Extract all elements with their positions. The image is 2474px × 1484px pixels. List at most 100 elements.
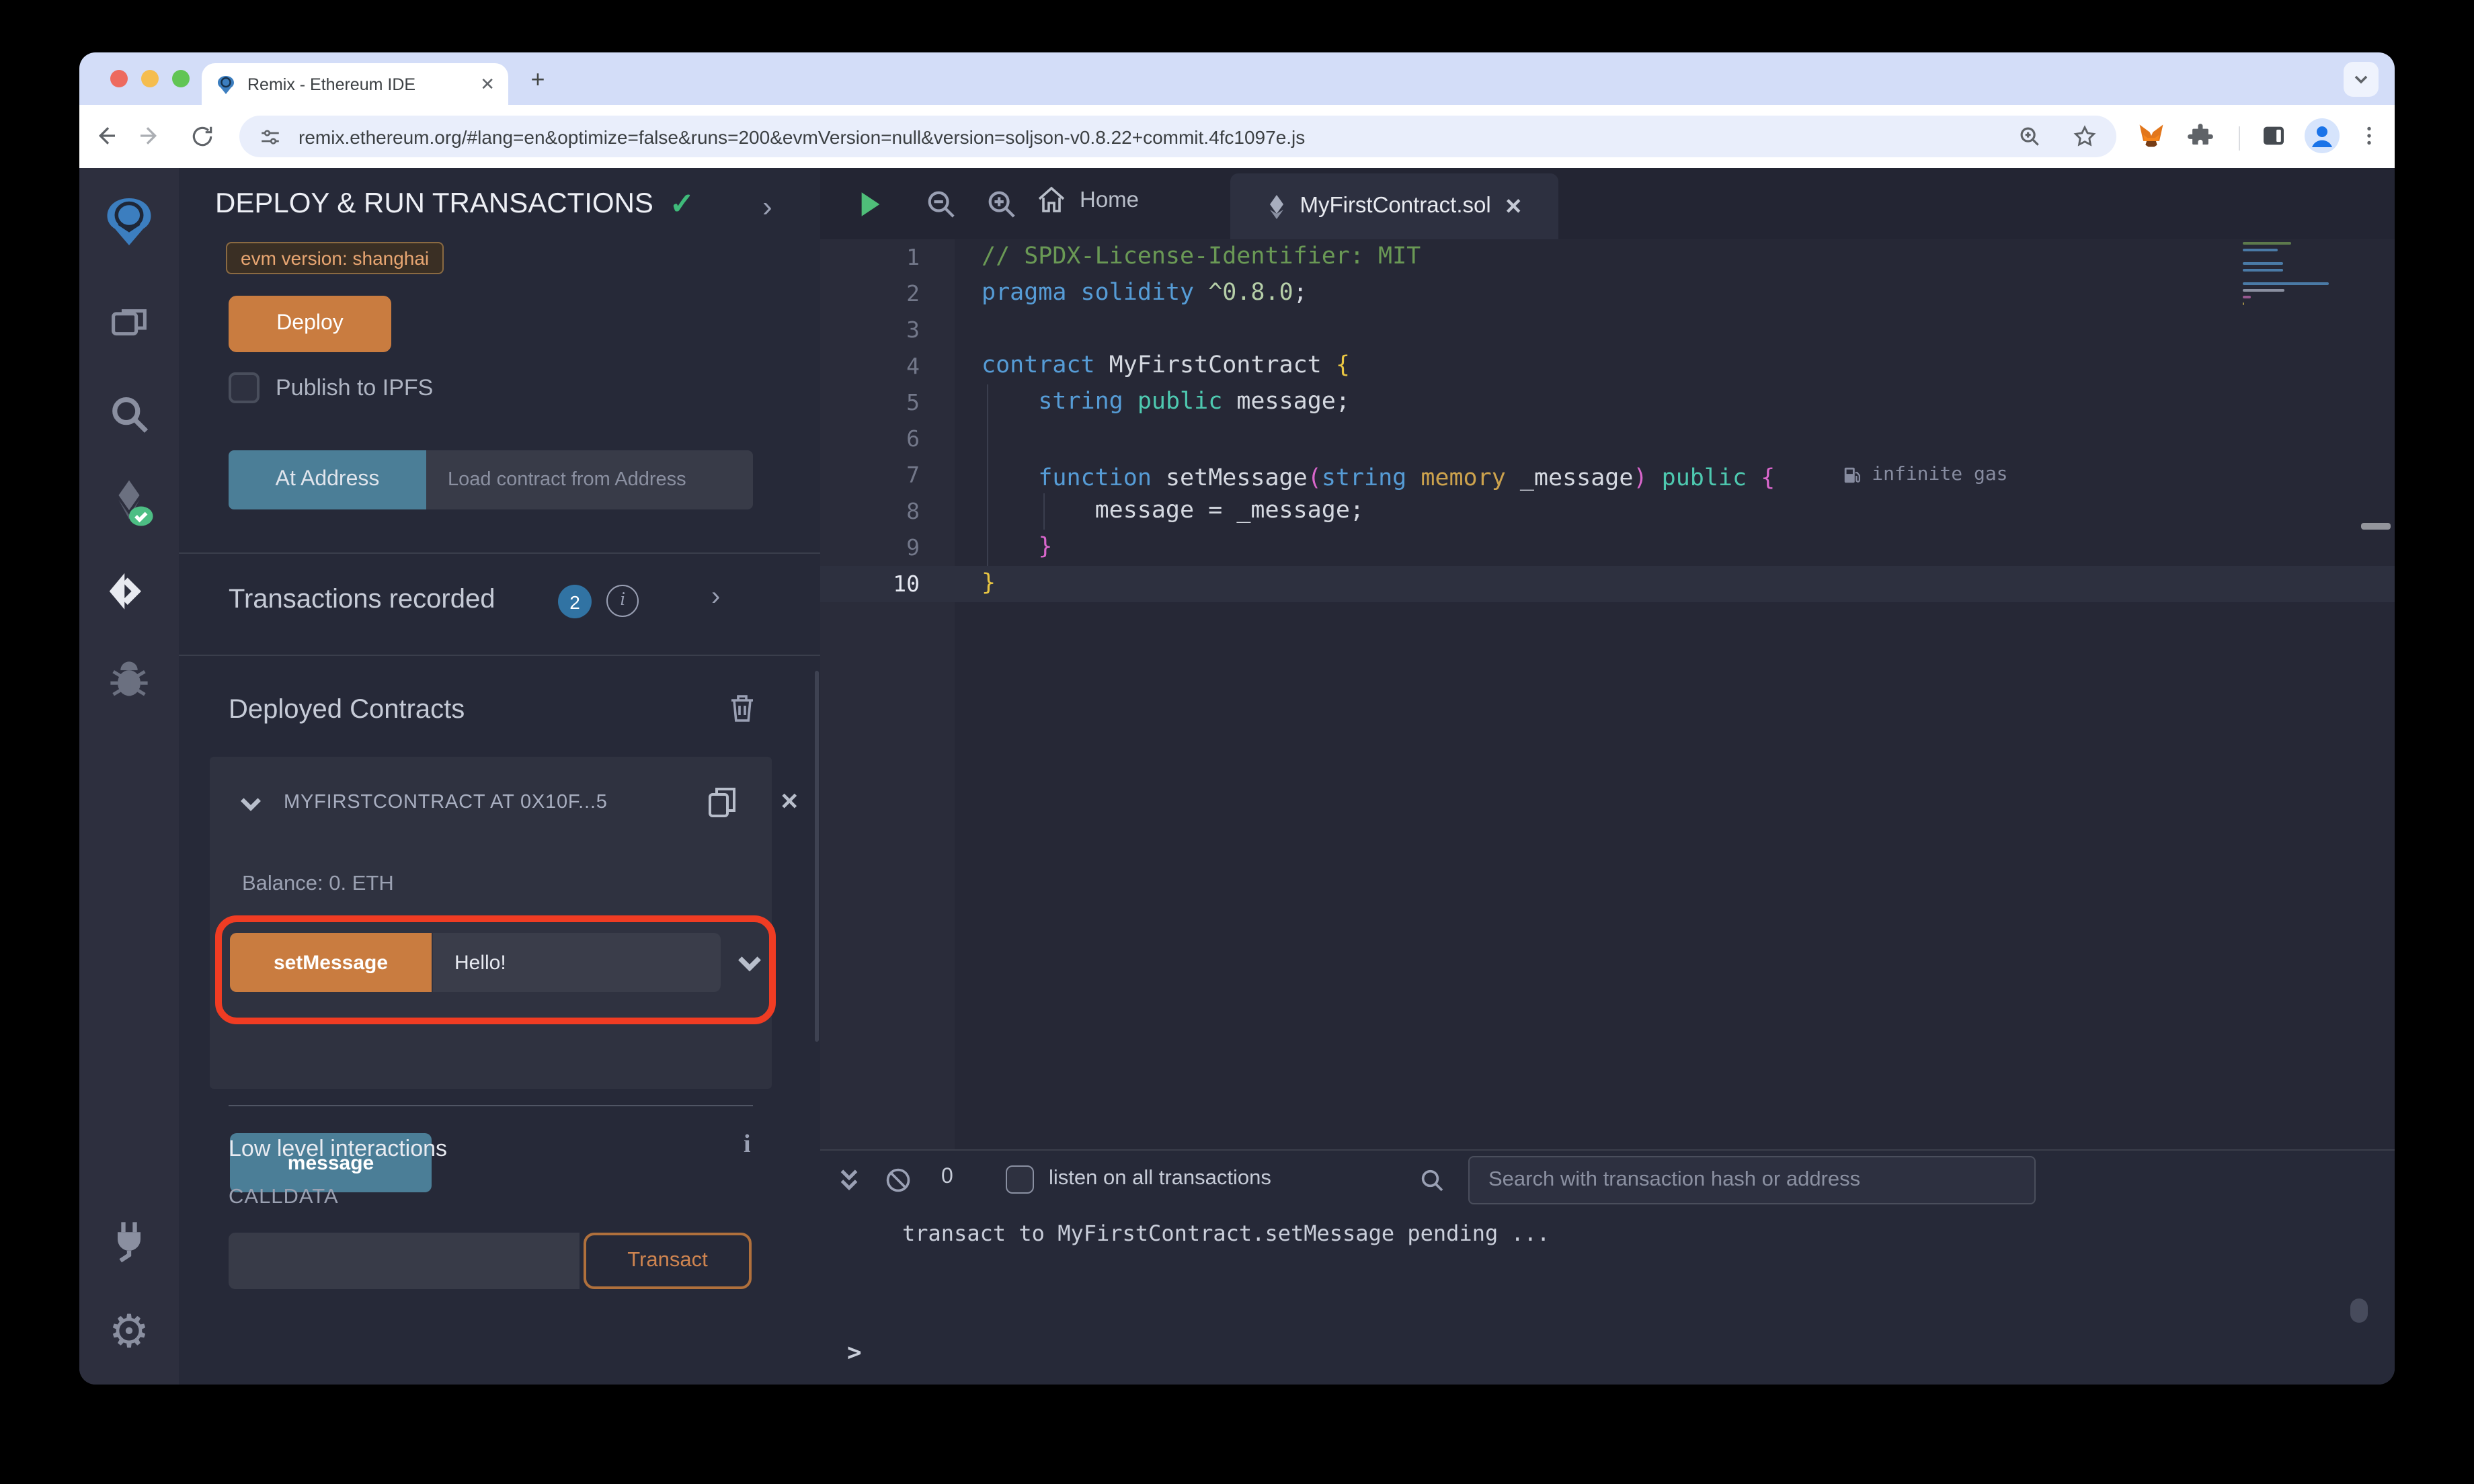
at-address-input[interactable]	[426, 450, 753, 509]
panel-expand-chevron-icon[interactable]: ›	[762, 190, 772, 224]
forward-button[interactable]	[136, 121, 165, 151]
editor-tab-bar: Home MyFirstContract.sol ✕	[820, 168, 2395, 239]
terminal: 0 listen on all transactions transact to…	[820, 1149, 2395, 1385]
code-line: 9 }	[906, 534, 1053, 561]
file-explorer-icon[interactable]	[79, 304, 179, 349]
transact-button[interactable]: Transact	[584, 1233, 752, 1289]
browser-tab-strip: Remix - Ethereum IDE ✕ +	[79, 52, 2395, 105]
home-icon	[1038, 186, 1065, 212]
deploy-run-panel: DEPLOY & RUN TRANSACTIONS ✓ › evm versio…	[179, 168, 820, 1385]
minimize-window-button[interactable]	[141, 70, 159, 87]
tab-home[interactable]: Home	[1035, 184, 1139, 216]
terminal-search-input[interactable]	[1468, 1156, 2036, 1204]
remix-favicon-icon	[218, 75, 234, 93]
setmessage-input[interactable]	[433, 933, 721, 992]
code-editor[interactable]: 1// SPDX-License-Identifier: MIT 2 pragma …	[820, 239, 2395, 1149]
contract-label: MYFIRSTCONTRACT AT 0X10F...5	[284, 792, 608, 813]
minimap-scrollbar[interactable]	[2361, 523, 2391, 530]
setmessage-button[interactable]: setMessage	[230, 933, 432, 992]
calldata-label: CALLDATA	[229, 1186, 339, 1208]
side-panel-icon[interactable]	[2259, 121, 2288, 151]
copy-address-icon[interactable]	[705, 784, 740, 828]
panel-scrollbar[interactable]	[815, 671, 819, 1042]
bookmark-star-icon[interactable]	[2072, 124, 2098, 149]
browser-tab[interactable]: Remix - Ethereum IDE ✕	[202, 63, 508, 105]
search-icon[interactable]	[79, 393, 179, 438]
debugger-bug-icon[interactable]	[79, 657, 179, 703]
deployed-contracts-title: Deployed Contracts	[229, 695, 465, 725]
terminal-scrollbar-thumb[interactable]	[2350, 1298, 2368, 1323]
metamask-extension-icon[interactable]	[2137, 121, 2166, 151]
tab-title: Remix - Ethereum IDE	[247, 75, 416, 93]
low-level-title: Low level interactions	[229, 1136, 448, 1161]
extensions-puzzle-icon[interactable]	[2185, 121, 2214, 151]
solidity-compiler-icon[interactable]	[79, 476, 179, 530]
url-text: remix.ethereum.org/#lang=en&optimize=fal…	[298, 126, 1306, 147]
zoom-out-icon[interactable]	[925, 188, 956, 226]
tab-close-icon[interactable]: ✕	[480, 75, 495, 93]
editor-area: Home MyFirstContract.sol ✕ 1// SPDX-Lice…	[820, 168, 2395, 1385]
terminal-search-icon	[1417, 1165, 1447, 1195]
clear-console-icon[interactable]	[883, 1165, 913, 1195]
close-window-button[interactable]	[110, 70, 128, 87]
terminal-log-line: transact to MyFirstContract.setMessage p…	[902, 1221, 1550, 1246]
transactions-recorded-label: Transactions recorded	[229, 585, 495, 614]
zoom-page-icon[interactable]	[2017, 124, 2042, 149]
code-line: 4 contract MyFirstContract {	[906, 352, 1350, 379]
editor-minimap[interactable]	[2243, 242, 2373, 309]
transactions-expand-chevron-icon[interactable]: ›	[711, 582, 720, 613]
setmessage-expand-chevron-icon[interactable]	[737, 953, 762, 980]
home-tab-label: Home	[1080, 188, 1140, 212]
reload-button[interactable]	[187, 121, 216, 151]
code-line: 5 string public message;	[906, 388, 1350, 415]
terminal-collapse-icon[interactable]	[834, 1165, 863, 1195]
transactions-count-badge: 2	[558, 585, 592, 618]
run-script-play-icon[interactable]	[858, 191, 883, 224]
remove-contract-icon[interactable]: ✕	[780, 789, 799, 816]
trash-icon[interactable]	[727, 692, 757, 731]
transactions-info-icon[interactable]: i	[606, 585, 639, 617]
new-tab-button[interactable]: +	[526, 67, 550, 91]
panel-title-row: DEPLOY & RUN TRANSACTIONS ✓	[215, 187, 694, 222]
browser-toolbar: remix.ethereum.org/#lang=en&optimize=fal…	[79, 105, 2395, 168]
browser-menu-icon[interactable]	[2354, 121, 2384, 151]
code-line: 6	[906, 426, 920, 452]
chevron-down-icon	[2354, 75, 2368, 84]
code-line: 2 pragma solidity ^0.8.0;	[906, 280, 1308, 306]
contract-balance: Balance: 0. ETH	[242, 872, 394, 895]
file-tab-close-icon[interactable]: ✕	[1505, 193, 1523, 220]
low-level-info-icon[interactable]: i	[744, 1130, 751, 1160]
plugin-manager-icon[interactable]	[79, 1218, 179, 1264]
toolbar-divider	[2239, 126, 2240, 151]
evm-version-badge: evm version: shanghai	[226, 242, 444, 274]
remix-logo-icon[interactable]	[79, 195, 179, 249]
back-button[interactable]	[90, 121, 120, 151]
compiled-check-icon: ✓	[669, 187, 694, 220]
deploy-button[interactable]: Deploy	[229, 296, 391, 352]
remix-icon-rail: ⚙	[79, 168, 179, 1385]
deploy-run-icon[interactable]	[79, 569, 179, 617]
code-line: 1// SPDX-License-Identifier: MIT	[906, 243, 1421, 270]
calldata-input[interactable]	[229, 1233, 580, 1289]
profile-avatar[interactable]	[2305, 118, 2340, 153]
tab-search-button[interactable]	[2344, 62, 2379, 97]
zoom-window-button[interactable]	[172, 70, 190, 87]
deployed-contract-card: MYFIRSTCONTRACT AT 0X10F...5 ✕ Balance: …	[210, 757, 799, 1192]
pending-tx-count: 0	[941, 1165, 953, 1188]
settings-gear-icon[interactable]: ⚙	[79, 1309, 179, 1355]
publish-ipfs-label: Publish to IPFS	[276, 375, 434, 401]
code-line: 8 message = _message;	[906, 497, 1364, 524]
listen-transactions-checkbox[interactable]	[1006, 1165, 1034, 1194]
listen-transactions-label: listen on all transactions	[1049, 1167, 1271, 1190]
file-tab-label: MyFirstContract.sol	[1300, 194, 1491, 218]
solidity-file-icon	[1269, 194, 1283, 218]
site-settings-icon[interactable]	[258, 124, 282, 149]
zoom-in-icon[interactable]	[986, 188, 1016, 226]
at-address-button[interactable]: At Address	[229, 450, 426, 509]
terminal-prompt[interactable]: >	[847, 1339, 862, 1367]
publish-ipfs-checkbox[interactable]	[229, 372, 260, 403]
contract-collapse-chevron-icon[interactable]	[239, 794, 262, 820]
code-line: 10}	[820, 566, 2395, 602]
tab-myfirstcontract[interactable]: MyFirstContract.sol ✕	[1230, 173, 1558, 239]
url-bar[interactable]: remix.ethereum.org/#lang=en&optimize=fal…	[239, 116, 2116, 157]
